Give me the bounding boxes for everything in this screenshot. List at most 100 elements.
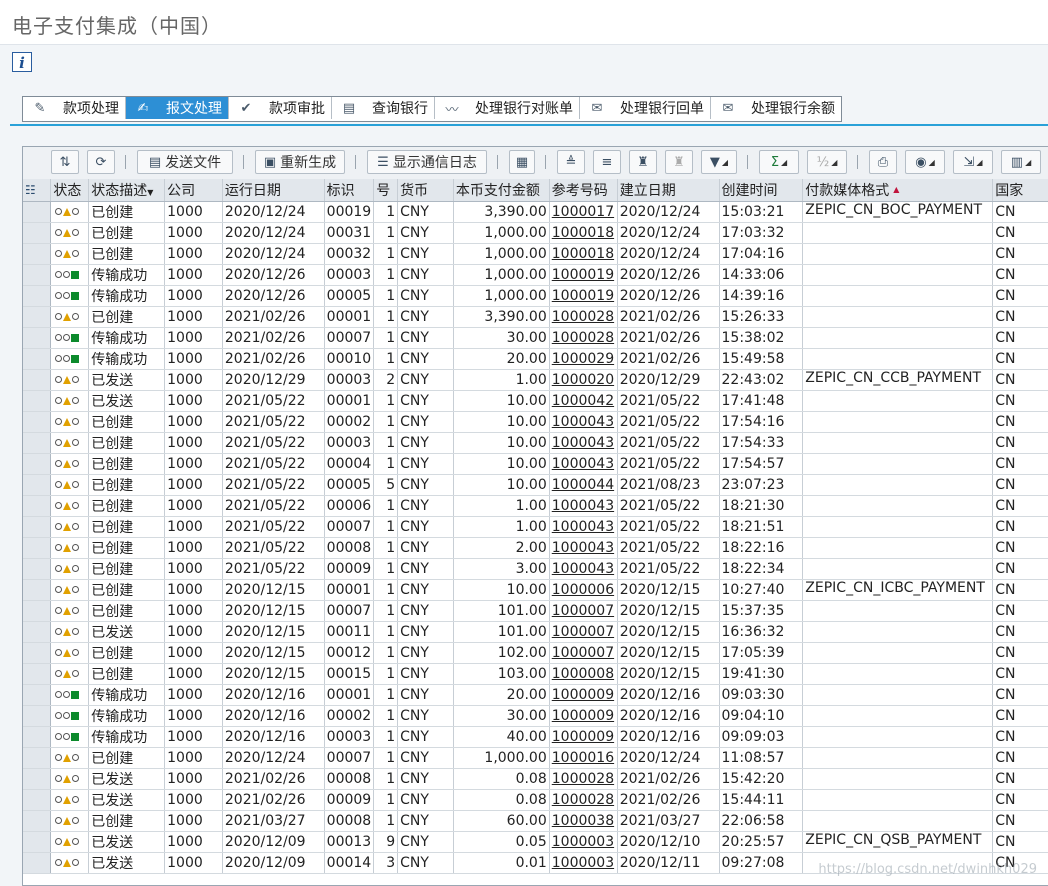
column-header[interactable]: 状态描述▼ <box>88 179 166 202</box>
row-selector[interactable] <box>23 495 52 517</box>
cell-ref[interactable]: 1000019 <box>549 264 618 286</box>
row-selector[interactable] <box>23 222 52 244</box>
tab-message-processing[interactable]: ✍ 报文处理 <box>126 97 229 119</box>
info-button[interactable]: i <box>12 52 32 72</box>
row-selector[interactable] <box>23 243 52 265</box>
select-all-cell[interactable]: ☷ <box>23 179 52 202</box>
table-row[interactable]: 已创建 1000 2020/12/15 00007 1 CNY 101.00 1000007 2… <box>23 600 1048 622</box>
send-file-button[interactable]: ▤ 发送文件 <box>137 150 233 174</box>
table-row[interactable]: 已创建 1000 2020/12/24 00007 1 CNY 1,000.00 100001… <box>23 747 1048 769</box>
tab-query-bank[interactable]: ▤ 查询银行 <box>332 97 435 119</box>
print-button[interactable]: ⎙ <box>869 150 897 174</box>
export-button[interactable]: ⇲ ◢ <box>953 150 993 174</box>
sort-ascending-button[interactable]: ≜ <box>557 150 585 174</box>
cell-ref[interactable]: 1000020 <box>549 369 618 391</box>
column-header[interactable]: 国家 <box>992 179 1048 202</box>
cell-ref[interactable]: 1000028 <box>549 327 618 349</box>
table-row[interactable]: 已创建 1000 2021/05/22 00005 5 CNY 10.00 1000044 20… <box>23 474 1048 496</box>
row-selector[interactable] <box>23 390 52 412</box>
cell-ref[interactable]: 1000007 <box>549 642 618 664</box>
row-selector[interactable] <box>23 537 52 559</box>
row-selector[interactable] <box>23 201 52 223</box>
cell-ref[interactable]: 1000028 <box>549 768 618 790</box>
table-row[interactable]: 传输成功 1000 2020/12/16 00003 1 CNY 40.00 1000009 2… <box>23 726 1048 748</box>
table-row[interactable]: 已创建 1000 2021/03/27 00008 1 CNY 60.00 1000038 20… <box>23 810 1048 832</box>
table-row[interactable]: 已创建 1000 2021/05/22 00002 1 CNY 10.00 1000043 20… <box>23 411 1048 433</box>
column-header[interactable]: 状态 <box>50 179 90 202</box>
row-selector[interactable] <box>23 411 52 433</box>
cell-ref[interactable]: 1000043 <box>549 453 618 475</box>
table-row[interactable]: 已发送 1000 2021/02/26 00008 1 CNY 0.08 1000028 202… <box>23 768 1048 790</box>
cell-ref[interactable]: 1000043 <box>549 495 618 517</box>
row-selector[interactable] <box>23 558 52 580</box>
table-row[interactable]: 已创建 1000 2020/12/24 00019 1 CNY 3,390.00 100001… <box>23 201 1048 223</box>
row-selector[interactable] <box>23 642 52 664</box>
row-selector[interactable] <box>23 621 52 643</box>
cell-ref[interactable]: 1000043 <box>549 411 618 433</box>
cell-ref[interactable]: 1000008 <box>549 663 618 685</box>
row-selector[interactable] <box>23 852 52 874</box>
column-header[interactable]: 货币 <box>397 179 454 202</box>
table-row[interactable]: 已发送 1000 2020/12/15 00011 1 CNY 101.00 1000007 2… <box>23 621 1048 643</box>
row-selector[interactable] <box>23 306 52 328</box>
sort-descending-button[interactable]: ≡ <box>593 150 621 174</box>
cell-ref[interactable]: 1000038 <box>549 810 618 832</box>
cell-ref[interactable]: 1000043 <box>549 516 618 538</box>
row-selector[interactable] <box>23 369 52 391</box>
row-selector[interactable] <box>23 453 52 475</box>
row-selector[interactable] <box>23 705 52 727</box>
table-row[interactable]: 已创建 1000 2021/05/22 00003 1 CNY 10.00 1000043 20… <box>23 432 1048 454</box>
row-selector[interactable] <box>23 348 52 370</box>
cell-ref[interactable]: 1000003 <box>549 831 618 853</box>
tab-payment-processing[interactable]: ✎ 款项处理 <box>23 97 126 119</box>
views-button[interactable]: ◉ ◢ <box>905 150 945 174</box>
column-header[interactable]: 参考号码 <box>549 179 618 202</box>
row-selector[interactable] <box>23 810 52 832</box>
table-row[interactable]: 已发送 1000 2020/12/09 00013 9 CNY 0.05 1000003 202… <box>23 831 1048 853</box>
detail-view-button[interactable]: ▦ <box>509 150 535 174</box>
filter-button[interactable]: ▼ ◢ <box>701 150 737 174</box>
cell-ref[interactable]: 1000007 <box>549 621 618 643</box>
refresh-button[interactable]: ⟳ <box>87 150 115 174</box>
column-header[interactable]: 号 <box>373 179 399 202</box>
show-log-button[interactable]: ☰ 显示通信日志 <box>367 150 487 174</box>
row-selector[interactable] <box>23 747 52 769</box>
row-selector[interactable] <box>23 327 52 349</box>
cell-ref[interactable]: 1000029 <box>549 348 618 370</box>
cell-ref[interactable]: 1000044 <box>549 474 618 496</box>
table-row[interactable]: 已创建 1000 2020/12/24 00032 1 CNY 1,000.00 100001… <box>23 243 1048 265</box>
cell-ref[interactable]: 1000018 <box>549 222 618 244</box>
tab-payment-approval[interactable]: ✔ 款项审批 <box>229 97 332 119</box>
row-selector[interactable] <box>23 474 52 496</box>
table-row[interactable]: 传输成功 1000 2021/02/26 00007 1 CNY 30.00 1000028 2… <box>23 327 1048 349</box>
table-row[interactable]: 已创建 1000 2021/05/22 00009 1 CNY 3.00 1000043 202… <box>23 558 1048 580</box>
cell-ref[interactable]: 1000043 <box>549 558 618 580</box>
table-row[interactable]: 已创建 1000 2021/02/26 00001 1 CNY 3,390.00 100002… <box>23 306 1048 328</box>
total-button[interactable]: Σ ◢ <box>759 150 799 174</box>
tab-bank-receipt[interactable]: ✉ 处理银行回单 <box>580 97 711 119</box>
row-selector[interactable] <box>23 579 52 601</box>
row-selector[interactable] <box>23 516 52 538</box>
table-row[interactable]: 已发送 1000 2020/12/29 00003 2 CNY 1.00 1000020 202… <box>23 369 1048 391</box>
column-header[interactable]: 本币支付金额 <box>453 179 550 202</box>
tab-bank-statement[interactable]: 〰 处理银行对账单 <box>435 97 580 119</box>
table-row[interactable]: 传输成功 1000 2021/02/26 00010 1 CNY 20.00 1000029 2… <box>23 348 1048 370</box>
row-selector[interactable] <box>23 684 52 706</box>
cell-ref[interactable]: 1000009 <box>549 705 618 727</box>
cell-ref[interactable]: 1000016 <box>549 747 618 769</box>
regenerate-button[interactable]: ▣ 重新生成 <box>255 150 345 174</box>
row-selector[interactable] <box>23 663 52 685</box>
tab-bank-balance[interactable]: ✉ 处理银行余额 <box>711 97 841 119</box>
table-row[interactable]: 已创建 1000 2021/05/22 00006 1 CNY 1.00 1000043 202… <box>23 495 1048 517</box>
column-header[interactable]: 建立日期 <box>617 179 720 202</box>
cell-ref[interactable]: 1000028 <box>549 789 618 811</box>
row-selector[interactable] <box>23 831 52 853</box>
table-row[interactable]: 传输成功 1000 2020/12/26 00005 1 CNY 1,000.00 10000… <box>23 285 1048 307</box>
table-row[interactable]: 已创建 1000 2020/12/15 00015 1 CNY 103.00 1000008 2… <box>23 663 1048 685</box>
cell-ref[interactable]: 1000019 <box>549 285 618 307</box>
cell-ref[interactable]: 1000043 <box>549 432 618 454</box>
cell-ref[interactable]: 1000009 <box>549 684 618 706</box>
details-button[interactable]: ⇅ <box>51 150 79 174</box>
row-selector[interactable] <box>23 432 52 454</box>
cell-ref[interactable]: 1000018 <box>549 243 618 265</box>
